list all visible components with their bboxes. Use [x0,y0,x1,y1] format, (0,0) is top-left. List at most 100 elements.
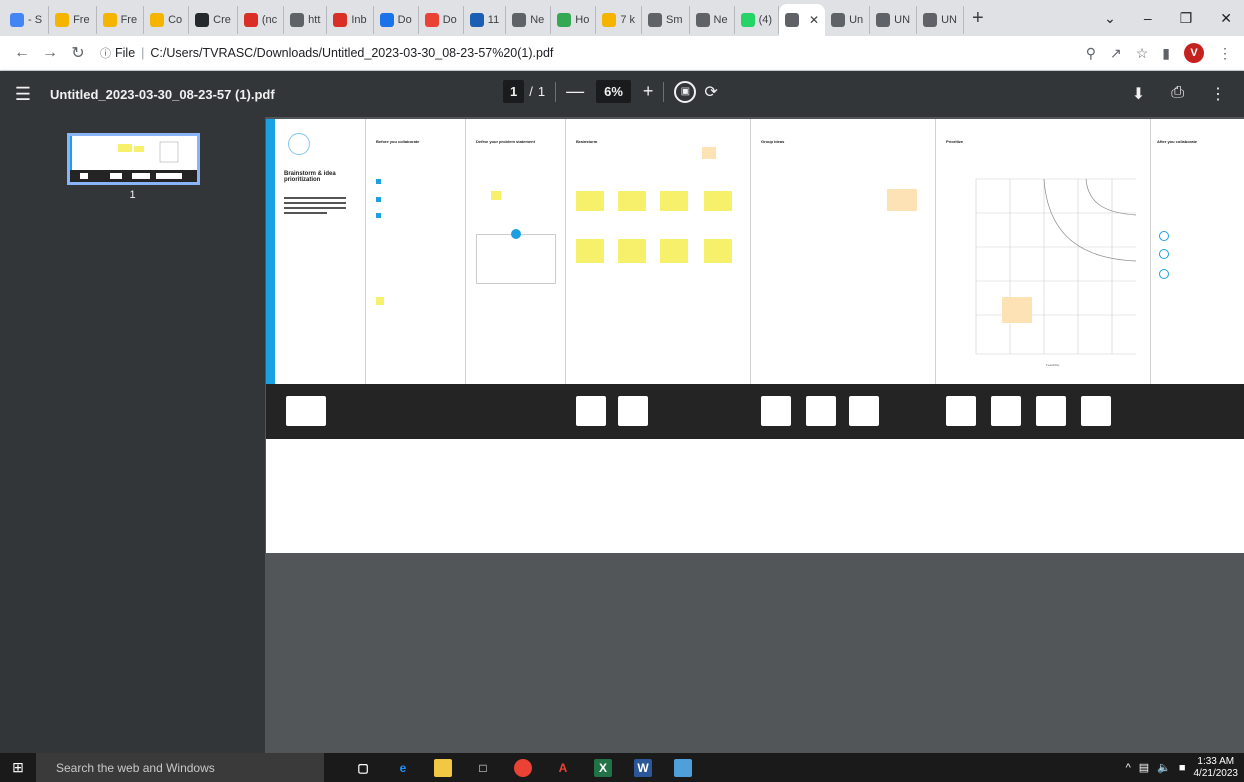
page-thumbnail[interactable] [67,133,200,185]
excel-icon[interactable]: X [594,758,612,777]
browser-tab[interactable]: (nc [238,6,285,34]
zoom-icon[interactable]: ⚲ [1086,45,1096,62]
bookmark-star-icon[interactable]: ☆ [1136,45,1149,62]
snipping-tool-icon[interactable] [674,758,692,777]
url-separator: | [141,46,145,60]
tab-label: Co [168,14,183,26]
panel-before-collaborate: Before you collaborate [366,119,466,384]
tray-chevron-icon[interactable]: ^ [1126,762,1131,774]
share-icon[interactable]: ↗ [1110,45,1122,62]
tab-label: Fre [120,14,138,26]
browser-tab[interactable]: Un [825,6,871,34]
sticky-note [376,297,384,305]
footer-thumb [1081,396,1111,426]
tab-label: (nc [261,14,278,26]
file-explorer-icon[interactable] [434,758,452,777]
browser-tab[interactable]: Fre [97,6,145,34]
url-text[interactable]: C:/Users/TVRASC/Downloads/Untitled_2023-… [150,46,553,60]
browser-tab[interactable]: Inb [327,6,374,34]
panel-group-ideas: Group ideas [751,119,936,384]
volume-icon[interactable]: 🔈 [1157,761,1171,774]
minimize-icon[interactable]: – [1144,10,1152,26]
windows-start-icon[interactable]: ⊞ [0,759,36,776]
network-icon[interactable]: ▤ [1139,761,1149,774]
browser-tab[interactable]: Fre [49,6,97,34]
tab-search-icon[interactable]: ⌄ [1104,10,1116,27]
reload-icon[interactable]: ↻ [64,43,92,63]
panel-define-problem: Define your problem statement [466,119,566,384]
print-icon[interactable]: ⎙ [1171,84,1184,104]
fit-page-icon[interactable]: ▣ [674,80,697,103]
asterisk-icon [102,13,117,27]
rotate-icon[interactable]: ⟳ [704,82,717,102]
tab-label: Sm [666,14,683,26]
browser-tab[interactable]: - S [4,6,50,34]
browser-tab[interactable]: (4) [735,6,780,34]
info-icon[interactable]: ⓘ [100,45,111,61]
page-number-input[interactable]: 1 [503,80,525,103]
more-menu-icon[interactable]: ⋮ [1218,45,1232,62]
browser-tab[interactable]: Ne [506,6,552,34]
close-window-icon[interactable]: ✕ [1220,10,1232,27]
browser-tab[interactable]: 7 k [596,6,643,34]
taskbar-search[interactable]: Search the web and Windows [36,753,324,782]
asterisk-icon [150,13,165,27]
browser-tab[interactable]: Do [374,6,419,34]
pdf-more-icon[interactable]: ⋮ [1210,84,1226,104]
profile-avatar[interactable]: V [1184,43,1204,63]
browser-tab[interactable]: Sm [642,6,690,34]
store-icon[interactable]: □ [474,759,492,777]
close-tab-icon[interactable]: ✕ [809,13,819,27]
acrobat-icon[interactable]: A [554,759,572,777]
chrome-icon[interactable] [514,758,532,777]
browser-tab[interactable]: ✕ [779,4,826,36]
panel-title: Before you collaborate [376,139,420,144]
browser-tab[interactable]: UN [917,6,964,34]
tab-label: Do [397,14,412,26]
clock[interactable]: 1:33 AM 4/21/2023 [1194,756,1239,780]
zoom-input[interactable]: 6% [596,80,631,103]
tip-note [887,189,917,211]
zoom-out-button[interactable]: — [566,81,584,102]
browser-tab[interactable]: Cre [189,6,238,34]
address-bar[interactable]: ⓘ File | C:/Users/TVRASC/Downloads/Untit… [100,45,553,61]
chrome-icon [512,13,527,27]
browser-tab[interactable]: htt [284,6,328,34]
browser-tab[interactable]: Ne [690,6,735,34]
tab-label: Ne [713,14,728,26]
page-controls: 1 / 1 — 6% + ▣ ⟳ [503,80,718,103]
task-view-icon[interactable]: ▢ [354,759,372,777]
template-footer-strip [266,384,1244,439]
chrome-icon [695,13,710,27]
notification-icon[interactable]: ■ [1179,762,1186,774]
clock-time: 1:33 AM [1197,755,1235,767]
axis-label: Feasibility [1046,363,1060,367]
hamburger-menu-icon[interactable]: ☰ [0,84,46,105]
browser-tab[interactable]: Co [144,6,190,34]
thumbnail-page-number: 1 [129,189,136,201]
restore-icon[interactable]: ❐ [1180,10,1193,27]
document-area[interactable]: Brainstorm & idea prioritization Before … [265,117,1244,753]
edge-icon[interactable]: e [394,759,412,777]
back-icon[interactable]: ← [8,44,36,62]
browser-tab[interactable]: Do [419,6,464,34]
browser-tab[interactable]: Ho [551,6,597,34]
footer-thumb [618,396,648,426]
side-panel-icon[interactable]: ▮ [1162,45,1170,62]
asterisk-icon [602,13,617,27]
page-separator: / [529,84,533,99]
browser-tab[interactable]: UN [870,6,918,34]
pdf-page: Brainstorm & idea prioritization Before … [266,119,1244,553]
word-icon[interactable]: W [634,758,652,777]
system-tray: ^ ▤ 🔈 ■ 1:33 AM 4/21/2023 [1126,756,1244,780]
pdf-toolbar: ☰ Untitled_2023-03-30_08-23-57 (1).pdf 1… [0,71,1244,117]
browser-tab[interactable]: 11 [464,6,507,34]
chrome-icon [785,13,800,27]
zoom-in-button[interactable]: + [643,81,654,102]
tab-label: UN [894,14,911,26]
step-marker [376,213,381,218]
forward-icon[interactable]: → [36,44,64,62]
download-icon[interactable]: ⬇ [1132,84,1145,104]
footer-thumb [806,396,836,426]
new-tab-button[interactable]: + [972,7,984,30]
